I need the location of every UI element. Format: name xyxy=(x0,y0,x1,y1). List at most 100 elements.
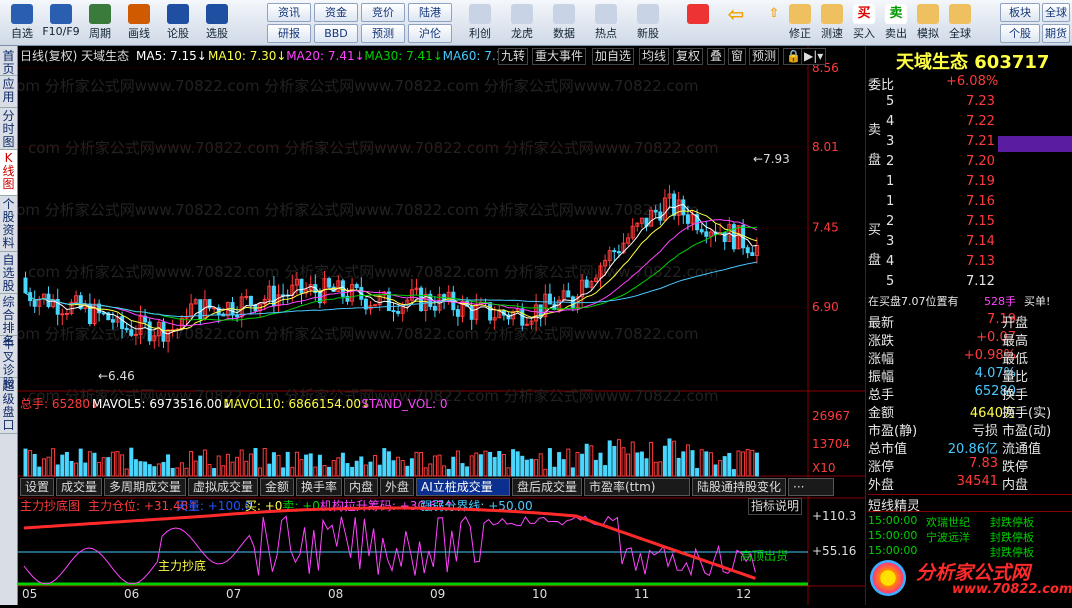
toolbar-btn-5[interactable]: 选股 xyxy=(197,2,237,44)
indicator-tab-4[interactable]: 金额 xyxy=(260,478,294,496)
toolbar-btn3-2[interactable]: 买买入 xyxy=(848,2,880,44)
left-tab-4[interactable]: 个股资料 xyxy=(0,196,17,252)
left-tab-0[interactable]: 首页 xyxy=(0,48,17,76)
toolbar-btn2-4[interactable]: 新股 xyxy=(628,2,668,44)
left-tab-8[interactable]: 超级盘口 xyxy=(0,378,17,434)
indicator-tab-10[interactable]: 市盈率(ttm) xyxy=(584,478,690,496)
toolbar-btn3-3[interactable]: 卖卖出 xyxy=(880,2,912,44)
chart-btn-5[interactable]: 叠 xyxy=(707,48,726,65)
toolbar-text-top-2[interactable]: 竞价 xyxy=(361,3,405,22)
volume-bar xyxy=(603,465,608,477)
x-tick-label: 09 xyxy=(430,587,445,601)
toolbar-btn-4[interactable]: 论股 xyxy=(158,2,198,44)
candle-body xyxy=(745,247,750,254)
flower-logo-icon xyxy=(870,560,906,596)
toolbar-label: 卖出 xyxy=(885,27,907,40)
indicator-tab-0[interactable]: 设置 xyxy=(20,478,54,496)
candle-body xyxy=(524,323,529,326)
toolbar-label: 论股 xyxy=(167,27,189,40)
sell-level: 3 xyxy=(886,134,895,149)
toolbar-btn-3[interactable]: 画线 xyxy=(119,2,159,44)
toolbar-btn-1[interactable]: F10/F9 xyxy=(41,2,81,44)
indicator-tab-5[interactable]: 换手率 xyxy=(296,478,342,496)
indicator-tab-6[interactable]: 内盘 xyxy=(344,478,378,496)
toolbar-text-top-3[interactable]: 陆港 xyxy=(408,3,452,22)
left-tab-7[interactable]: 牛叉诊股 xyxy=(0,336,17,390)
toolbar-btn-2[interactable]: 周期 xyxy=(80,2,120,44)
left-tab-6[interactable]: 综合排名 xyxy=(0,294,17,348)
left-tab-2[interactable]: 分时图 xyxy=(0,108,17,150)
ma-label-1: MA10: 7.30↓ xyxy=(208,49,286,63)
toolbar-text-bottom-3[interactable]: 沪伦 xyxy=(408,24,452,43)
chart-btn-2[interactable]: 加自选 xyxy=(592,48,635,65)
indicator-tab-3[interactable]: 虚拟成交量 xyxy=(188,478,258,496)
toolbar-btn-0[interactable]: 自选 xyxy=(2,2,42,44)
chart-btn-7[interactable]: 预测 xyxy=(749,48,780,65)
short-elf-title[interactable]: 短线精灵 xyxy=(868,494,1072,514)
left-tab-1[interactable]: 应用 xyxy=(0,76,17,108)
volume-bar xyxy=(580,453,585,477)
stat-label-2: 市盈(动) xyxy=(1002,424,1052,439)
toolbar-btn3-5[interactable]: 全球 xyxy=(944,2,976,44)
fold-button[interactable] xyxy=(678,2,718,44)
volume-bar xyxy=(511,449,516,477)
indicator-tab-9[interactable]: 盘后成交量 xyxy=(512,478,582,496)
indicator-tab-7[interactable]: 外盘 xyxy=(380,478,414,496)
volume-bar xyxy=(460,463,465,477)
sector-button[interactable]: 板块 xyxy=(1000,3,1040,22)
sell-volume-bar xyxy=(998,136,1072,152)
toolbar-btn3-1[interactable]: 测速 xyxy=(816,2,848,44)
toolbar-text-bottom-0[interactable]: 研报 xyxy=(267,24,311,43)
back-button[interactable]: ⇦ xyxy=(716,2,756,44)
menu-arrow-icon[interactable]: ▶|▾ xyxy=(801,48,827,65)
x-tick-label: 07 xyxy=(226,587,241,601)
candle-body xyxy=(60,313,65,316)
volume-bar xyxy=(405,465,410,477)
volume-bar xyxy=(593,459,598,477)
clock-icon xyxy=(89,4,111,24)
candle-body xyxy=(681,199,686,216)
indicator-tab-1[interactable]: 成交量 xyxy=(56,478,102,496)
watermark: com 分析家公式网www.70822.com 分析家公式网www.70822.… xyxy=(18,77,699,95)
indicator-tab-2[interactable]: 多周期成交量 xyxy=(104,478,186,496)
stat-label: 金额 xyxy=(868,406,895,421)
volume-bar xyxy=(731,469,736,477)
low-marker: ←6.46 xyxy=(98,369,135,383)
left-tab-5[interactable]: 自选股 xyxy=(0,252,17,294)
futures-button[interactable]: 期货 xyxy=(1042,24,1070,43)
toolbar-btn2-1[interactable]: 龙虎 xyxy=(502,2,542,44)
sell-price: 7.23 xyxy=(966,94,995,109)
indicator-tab-11[interactable]: 陆股通持股变化 xyxy=(692,478,786,496)
toolbar-btn2-2[interactable]: 数据 xyxy=(544,2,584,44)
stock-button[interactable]: 个股 xyxy=(1000,24,1040,43)
left-tab-bar: 首页 应用 分时图 K线图 个股资料 自选股 综合排名 牛叉诊股 超级盘口 xyxy=(0,46,18,605)
chart-btn-4[interactable]: 复权 xyxy=(673,48,704,65)
toolbar-btn3-4[interactable]: 模拟 xyxy=(912,2,944,44)
indicator-explain-button[interactable]: 指标说明 xyxy=(748,498,803,515)
indicator-tab-12[interactable]: ··· xyxy=(788,478,834,496)
short-time: 15:00:00 xyxy=(868,514,918,527)
buy-level: 3 xyxy=(886,234,895,249)
chart-btn-3[interactable]: 均线 xyxy=(639,48,670,65)
toolbar-btn2-3[interactable]: 热点 xyxy=(586,2,626,44)
toolbar-text-top-0[interactable]: 资讯 xyxy=(267,3,311,22)
toolbar-btn2-0[interactable]: 利创 xyxy=(460,2,500,44)
logo-url: www.70822.com xyxy=(952,582,1072,597)
chart-btn-1[interactable]: 重大事件 xyxy=(532,48,587,65)
pencil-icon xyxy=(128,4,150,24)
toolbar-text-bottom-1[interactable]: BBD xyxy=(314,24,358,43)
volume-bar xyxy=(557,452,562,477)
chart-btn-0[interactable]: 九转 xyxy=(498,48,529,65)
sell-price: 7.21 xyxy=(966,134,995,149)
volume-bar xyxy=(676,457,681,477)
left-tab-3[interactable]: K线图 xyxy=(0,150,17,196)
global-button[interactable]: 全球 xyxy=(1042,3,1070,22)
indicator-tab-8[interactable]: AI立桩成交量 xyxy=(416,478,510,496)
toolbar-text-top-1[interactable]: 资金 xyxy=(314,3,358,22)
toolbar-text-bottom-2[interactable]: 预测 xyxy=(361,24,405,43)
volume-bar xyxy=(547,448,552,477)
toolbar-btn3-0[interactable]: 修正 xyxy=(784,2,816,44)
ma-label-3: MA30: 7.41↓ xyxy=(364,49,442,63)
chart-btn-6[interactable]: 窗 xyxy=(728,48,747,65)
weibi-label: 委比 xyxy=(868,78,895,93)
